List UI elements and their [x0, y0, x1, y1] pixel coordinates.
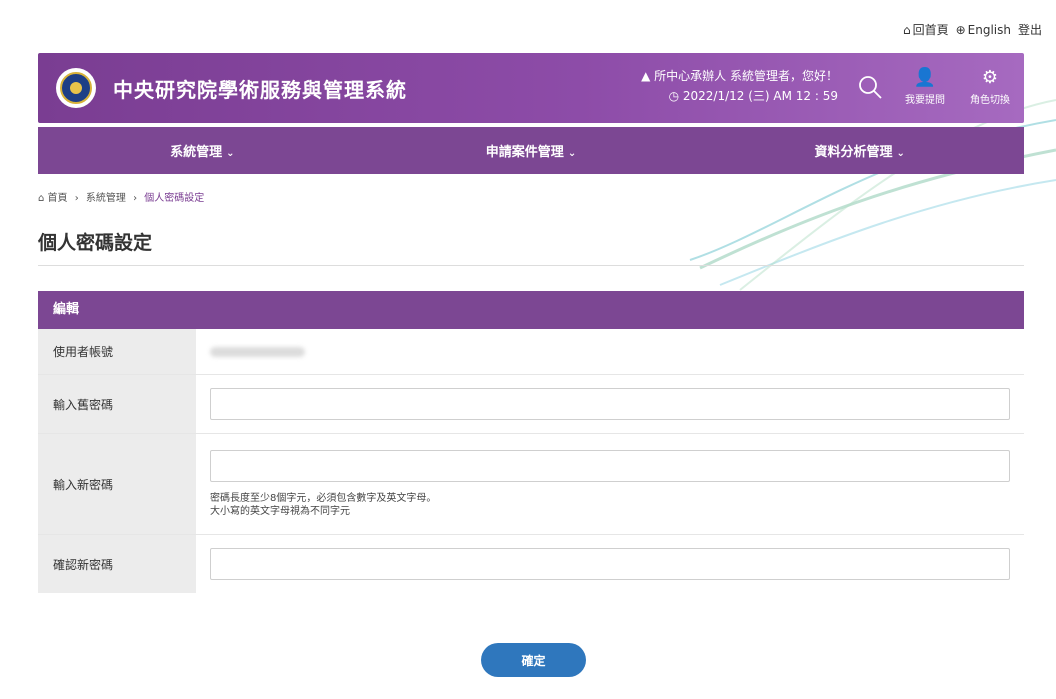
breadcrumb-home[interactable]: 首頁	[48, 193, 68, 204]
logout-link[interactable]: 登出	[1018, 21, 1042, 38]
password-form: 編輯 使用者帳號 輸入舊密碼 輸入新密碼 密碼長度至少8個字元，必須包含數字及英…	[38, 291, 1024, 593]
field-label: 輸入舊密碼	[38, 375, 196, 433]
home-icon: ⌂	[38, 193, 45, 204]
language-link[interactable]: ⊕ English	[956, 23, 1011, 37]
form-section-title: 編輯	[38, 291, 1024, 329]
password-hint: 密碼長度至少8個字元，必須包含數字及英文字母。 大小寫的英文字母視為不同字元	[210, 493, 437, 517]
site-header: 中央研究院學術服務與管理系統 ▲ 所中心承辦人 系統管理者，您好！ ◷ 2022…	[38, 53, 1024, 123]
breadcrumb-current: 個人密碼設定	[144, 193, 205, 204]
user-icon: ▲	[641, 69, 651, 83]
confirm-password-input[interactable]	[210, 548, 1010, 580]
nav-application-management[interactable]: 申請案件管理 ⌄	[367, 141, 696, 160]
clock-icon: ◷	[668, 89, 680, 103]
field-label: 確認新密碼	[38, 535, 196, 593]
home-link[interactable]: ⌂ 回首頁	[903, 21, 949, 38]
globe-icon: ⊕	[955, 22, 966, 37]
user-greeting: ▲ 所中心承辦人 系統管理者，您好！ ◷ 2022/1/12 (三) AM 12…	[641, 69, 838, 103]
site-title: 中央研究院學術服務與管理系統	[113, 78, 407, 102]
form-row-new-password: 輸入新密碼 密碼長度至少8個字元，必須包含數字及英文字母。 大小寫的英文字母視為…	[38, 434, 1024, 535]
chevron-right-icon: ›	[133, 193, 138, 204]
divider	[38, 265, 1024, 266]
breadcrumb-system[interactable]: 系統管理	[86, 193, 126, 204]
form-row-account: 使用者帳號	[38, 329, 1024, 375]
confirm-button[interactable]: 確定	[481, 643, 586, 677]
page-title: 個人密碼設定	[38, 232, 153, 254]
role-switch-button[interactable]: ⚙ 角色切換	[968, 63, 1012, 106]
field-label: 輸入新密碼	[38, 434, 196, 534]
users-gear-icon: ⚙	[981, 67, 999, 88]
chevron-down-icon: ⌄	[567, 148, 577, 159]
utility-bar: ⌂ 回首頁 ⊕ English 登出	[903, 21, 1042, 38]
search-icon[interactable]	[856, 73, 884, 101]
old-password-input[interactable]	[210, 388, 1010, 420]
breadcrumb: ⌂ 首頁 › 系統管理 › 個人密碼設定	[38, 189, 204, 204]
main-nav: 系統管理 ⌄ 申請案件管理 ⌄ 資料分析管理 ⌄	[38, 127, 1024, 174]
form-row-confirm-password: 確認新密碼	[38, 535, 1024, 593]
nav-system-management[interactable]: 系統管理 ⌄	[38, 141, 367, 160]
chevron-down-icon: ⌄	[896, 148, 905, 159]
field-label: 使用者帳號	[38, 329, 196, 374]
home-icon: ⌂	[902, 23, 911, 37]
ask-question-button[interactable]: 👤 我要提問	[903, 63, 947, 106]
form-row-old-password: 輸入舊密碼	[38, 375, 1024, 434]
nav-data-analysis[interactable]: 資料分析管理 ⌄	[695, 141, 1024, 160]
chevron-down-icon: ⌄	[226, 148, 235, 159]
chevron-right-icon: ›	[74, 193, 79, 204]
logo-icon[interactable]	[56, 68, 96, 108]
page: ⌂ 回首頁 ⊕ English 登出 中央研究院學術服務與管理系統 ▲ 所中心承辦人…	[0, 0, 1056, 699]
account-value-redacted	[210, 346, 305, 357]
new-password-input[interactable]	[210, 450, 1010, 482]
question-user-icon: 👤	[913, 67, 937, 88]
